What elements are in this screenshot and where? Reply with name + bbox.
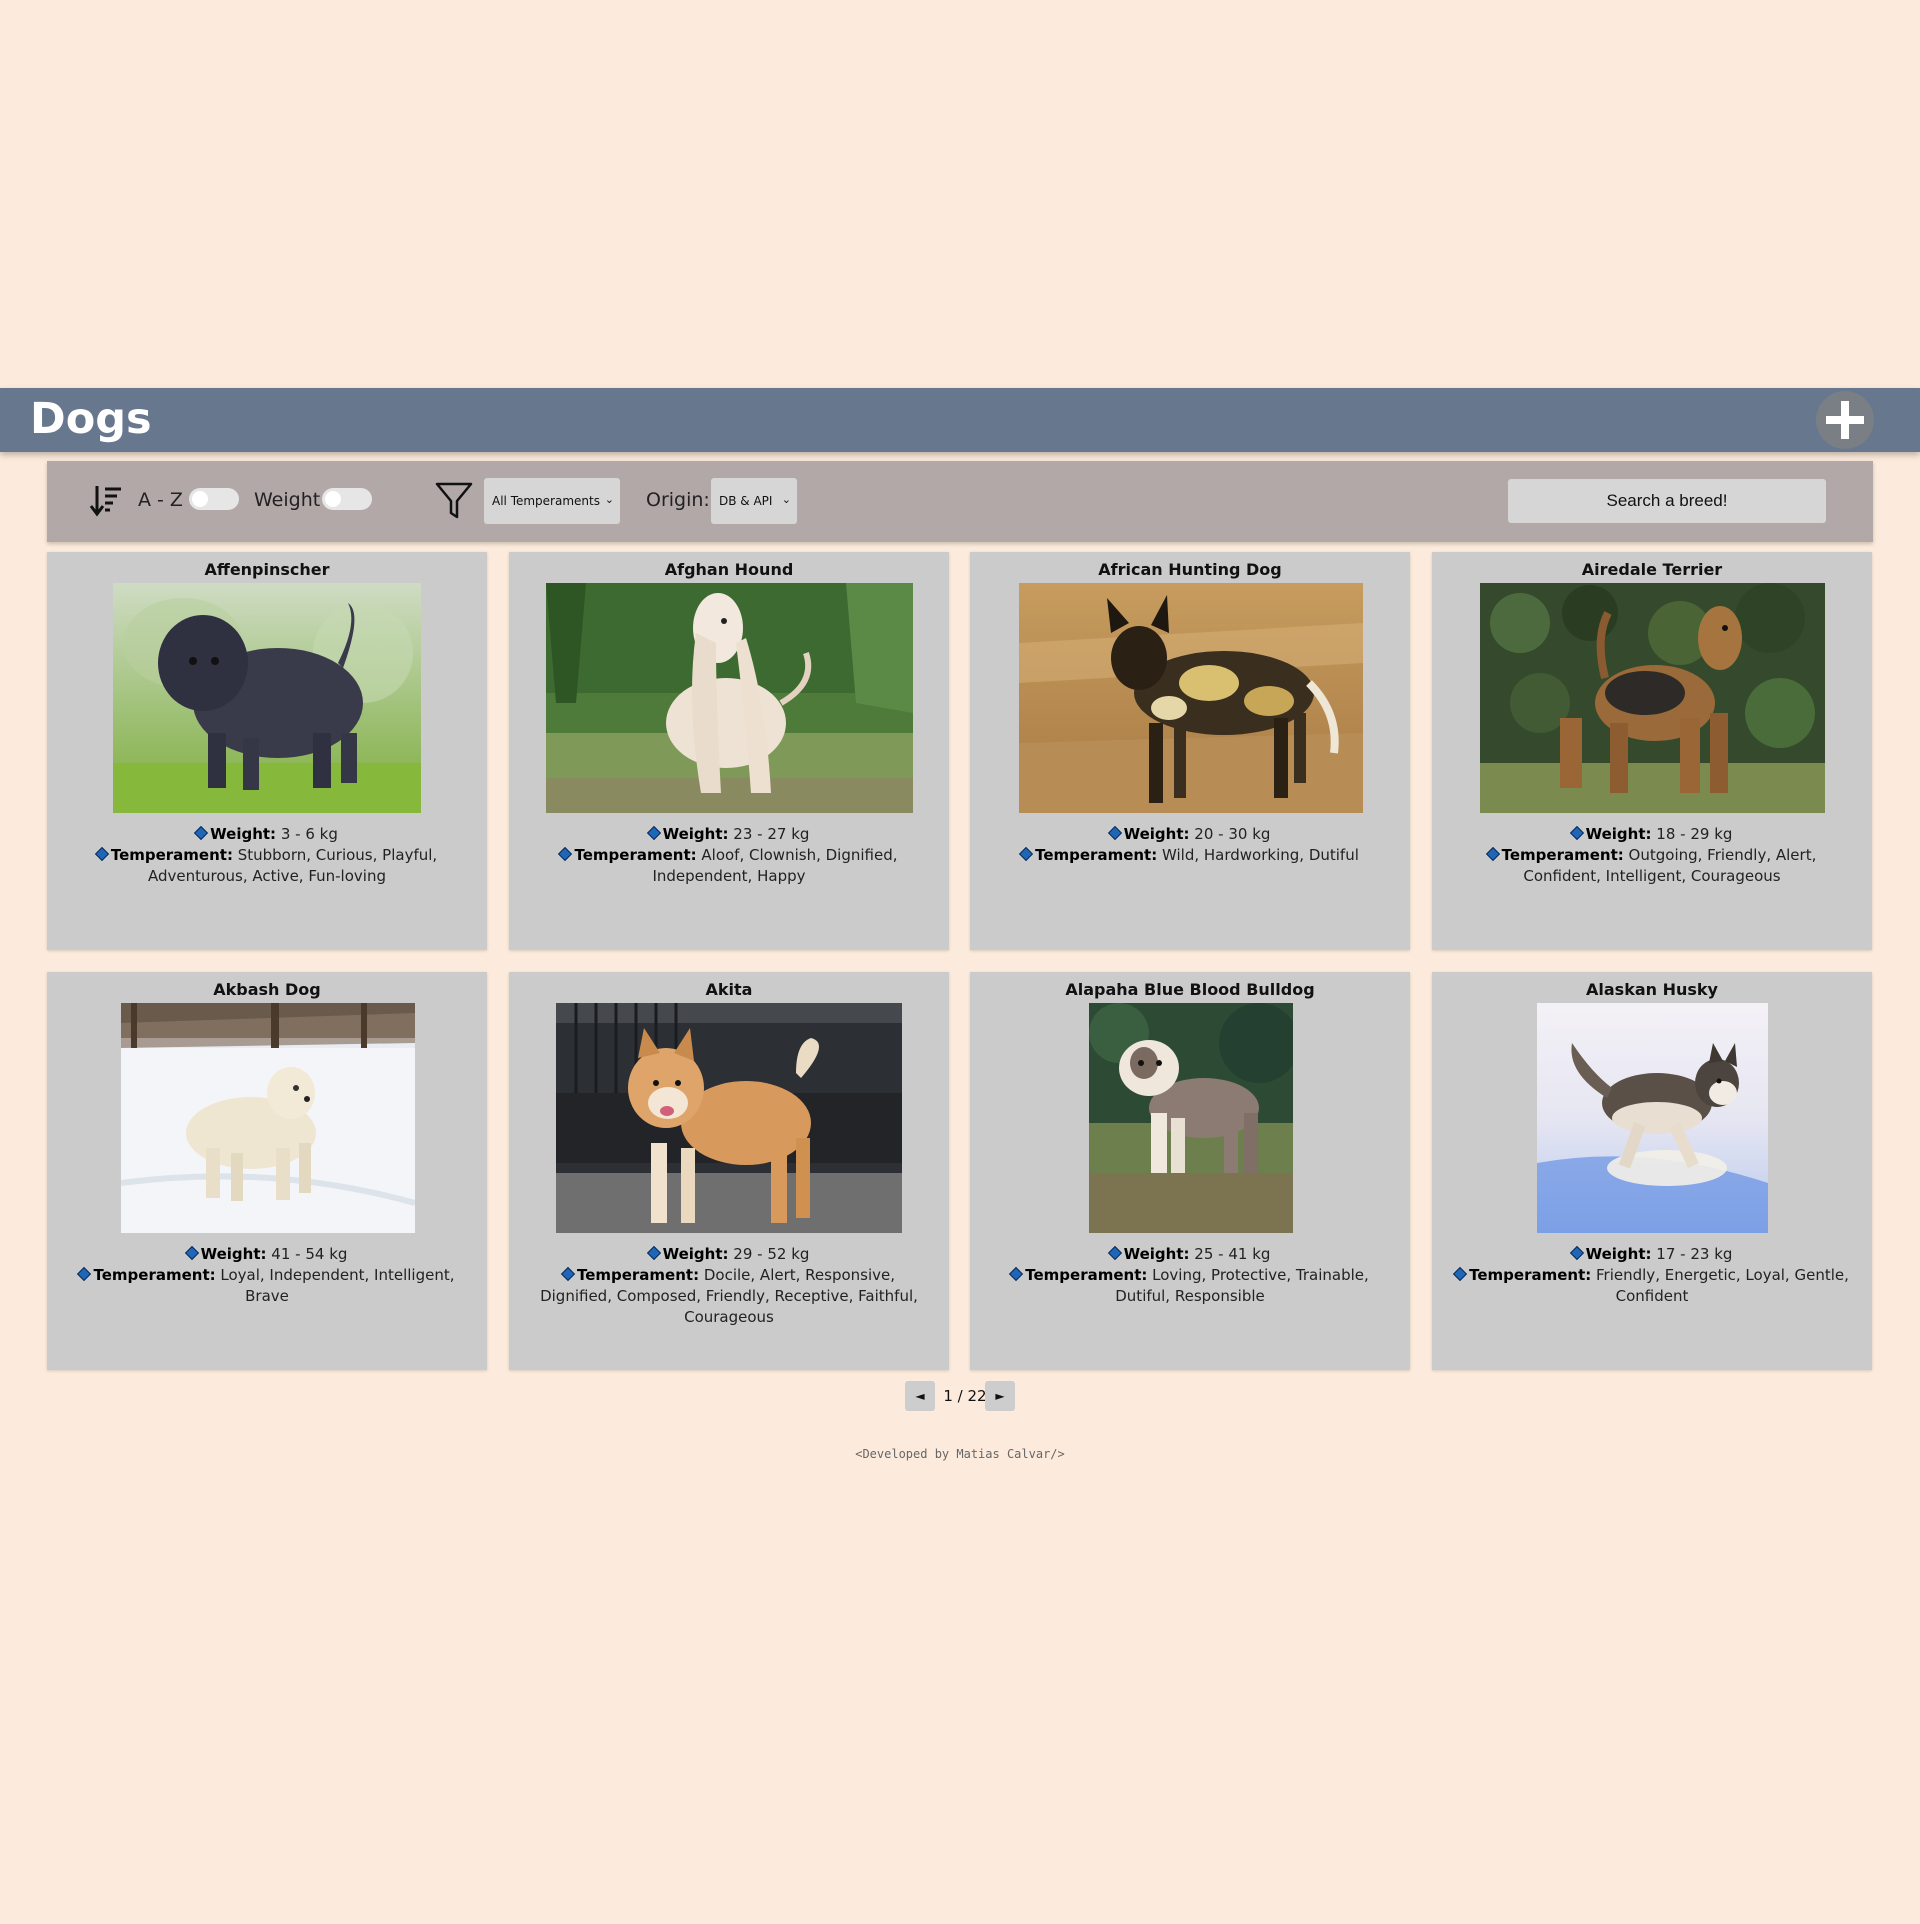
chevron-down-icon: ⌄	[604, 493, 614, 506]
diamond-icon	[1107, 1245, 1122, 1261]
temperament-label: Temperament:	[1035, 846, 1158, 864]
breed-card[interactable]: Alaskan Husky Weight: 17 - 23 kg Tempera…	[1432, 972, 1872, 1370]
temperament-label: Temperament:	[110, 846, 233, 864]
diamond-icon	[184, 1245, 199, 1261]
breed-info: Weight: 17 - 23 kg Temperament: Friendly…	[1452, 1244, 1852, 1307]
breed-temperament: Loving, Protective, Trainable, Dutiful, …	[1115, 1266, 1369, 1305]
breed-card[interactable]: Affenpinscher Weight: 3 - 6 kg Temperame…	[47, 552, 487, 950]
breed-weight: 18 - 29 kg	[1656, 825, 1733, 843]
breed-card[interactable]: Afghan Hound Weight: 23 - 27 kg Temperam…	[509, 552, 949, 950]
breed-card[interactable]: Akbash Dog Weight: 41 - 54 kg Temperamen…	[47, 972, 487, 1370]
breed-info: Weight: 18 - 29 kg Temperament: Outgoing…	[1452, 824, 1852, 887]
diamond-icon	[1453, 1266, 1468, 1282]
breed-weight: 20 - 30 kg	[1194, 825, 1271, 843]
breed-weight: 41 - 54 kg	[271, 1245, 348, 1263]
diamond-icon	[194, 825, 209, 841]
temperament-label: Temperament:	[93, 1266, 216, 1284]
diamond-icon	[560, 1266, 576, 1282]
temperament-select-value: All Temperaments	[492, 494, 600, 508]
diamond-icon	[558, 846, 573, 862]
breed-card[interactable]: Airedale Terrier Weight: 18 - 29 kg Temp…	[1432, 552, 1872, 950]
breed-name: Akbash Dog	[213, 980, 321, 999]
breed-card[interactable]: Akita Weight: 29 - 52 kg Temperament: Do…	[509, 972, 949, 1370]
weight-label: Weight:	[1585, 825, 1652, 843]
breed-weight: 29 - 52 kg	[733, 1245, 810, 1263]
diamond-icon	[646, 1245, 661, 1261]
diamond-icon	[1107, 825, 1122, 841]
weight-label: Weight:	[200, 1245, 267, 1263]
weight-sort-toggle[interactable]	[322, 488, 372, 510]
breed-photo	[546, 583, 913, 813]
app-header: Dogs	[0, 388, 1920, 452]
diamond-icon	[1569, 825, 1584, 841]
breed-temperament: Loyal, Independent, Intelligent, Brave	[220, 1266, 455, 1305]
breed-card[interactable]: African Hunting Dog Weight: 20 - 30 kg T…	[970, 552, 1410, 950]
add-breed-button[interactable]	[1816, 391, 1874, 449]
prev-page-button[interactable]: ◄	[905, 1381, 935, 1411]
breed-photo	[1019, 583, 1363, 813]
chevron-down-icon: ⌄	[781, 493, 791, 506]
breed-temperament: Wild, Hardworking, Dutiful	[1162, 846, 1359, 864]
funnel-icon	[435, 481, 473, 525]
breed-photo	[113, 583, 421, 813]
sort-descending-icon[interactable]	[89, 483, 123, 523]
plus-icon	[1826, 401, 1864, 439]
origin-select-value: DB & API	[719, 494, 773, 508]
weight-label: Weight:	[1123, 825, 1190, 843]
breed-info: Weight: 25 - 41 kg Temperament: Loving, …	[990, 1244, 1390, 1307]
temperament-label: Temperament:	[576, 1266, 700, 1284]
search-input[interactable]	[1508, 479, 1826, 523]
breed-photo	[556, 1003, 902, 1233]
breed-name: Affenpinscher	[204, 560, 330, 579]
breed-name: Akita	[705, 980, 753, 999]
breed-card[interactable]: Alapaha Blue Blood Bulldog Weight: 25 - …	[970, 972, 1410, 1370]
weight-sort-label: Weight	[254, 489, 321, 511]
diamond-icon	[646, 825, 661, 841]
breed-name: Alaskan Husky	[1586, 980, 1718, 999]
az-sort-toggle[interactable]	[189, 488, 239, 510]
breed-info: Weight: 29 - 52 kg Temperament: Docile, …	[529, 1244, 929, 1328]
breed-weight: 25 - 41 kg	[1194, 1245, 1271, 1263]
breed-photo	[1537, 1003, 1768, 1233]
diamond-icon	[1019, 846, 1034, 862]
origin-filter-select[interactable]: DB & API ⌄	[711, 478, 797, 524]
az-sort-label: A - Z	[138, 489, 183, 511]
next-page-button[interactable]: ►	[985, 1381, 1015, 1411]
breed-weight: 3 - 6 kg	[280, 825, 338, 843]
breed-info: Weight: 23 - 27 kg Temperament: Aloof, C…	[529, 824, 929, 887]
page-indicator: 1 / 22	[943, 1387, 987, 1405]
diamond-icon	[94, 846, 109, 862]
breed-weight: 17 - 23 kg	[1656, 1245, 1733, 1263]
breed-info: Weight: 3 - 6 kg Temperament: Stubborn, …	[67, 824, 467, 887]
diamond-icon	[1009, 1266, 1024, 1282]
diamond-icon	[77, 1266, 92, 1282]
breed-name: Alapaha Blue Blood Bulldog	[1065, 980, 1315, 999]
breed-photo	[1480, 583, 1825, 813]
breed-photo	[121, 1003, 415, 1233]
page-title: Dogs	[30, 394, 152, 444]
breed-name: African Hunting Dog	[1098, 560, 1282, 579]
temperament-filter-select[interactable]: All Temperaments ⌄	[484, 478, 620, 524]
temperament-label: Temperament:	[1501, 846, 1624, 864]
weight-label: Weight:	[1123, 1245, 1190, 1263]
breed-weight: 23 - 27 kg	[733, 825, 810, 843]
temperament-label: Temperament:	[1469, 1266, 1592, 1284]
weight-label: Weight:	[662, 1245, 729, 1263]
diamond-icon	[1569, 1245, 1584, 1261]
temperament-label: Temperament:	[574, 846, 697, 864]
breed-temperament: Friendly, Energetic, Loyal, Gentle, Conf…	[1596, 1266, 1849, 1305]
temperament-label: Temperament:	[1025, 1266, 1148, 1284]
weight-label: Weight:	[662, 825, 729, 843]
breed-name: Airedale Terrier	[1581, 560, 1723, 579]
breed-name: Afghan Hound	[664, 560, 794, 579]
breed-photo	[1089, 1003, 1293, 1233]
toolbar: A - Z Weight All Temperaments ⌄ Origin: …	[47, 461, 1873, 542]
footer-credit: <Developed by Matias Calvar/>	[855, 1447, 1065, 1461]
diamond-icon	[1485, 846, 1500, 862]
breed-info: Weight: 41 - 54 kg Temperament: Loyal, I…	[67, 1244, 467, 1307]
weight-label: Weight:	[1585, 1245, 1652, 1263]
origin-label: Origin:	[646, 489, 710, 511]
breed-info: Weight: 20 - 30 kg Temperament: Wild, Ha…	[990, 824, 1390, 866]
weight-label: Weight:	[210, 825, 277, 843]
